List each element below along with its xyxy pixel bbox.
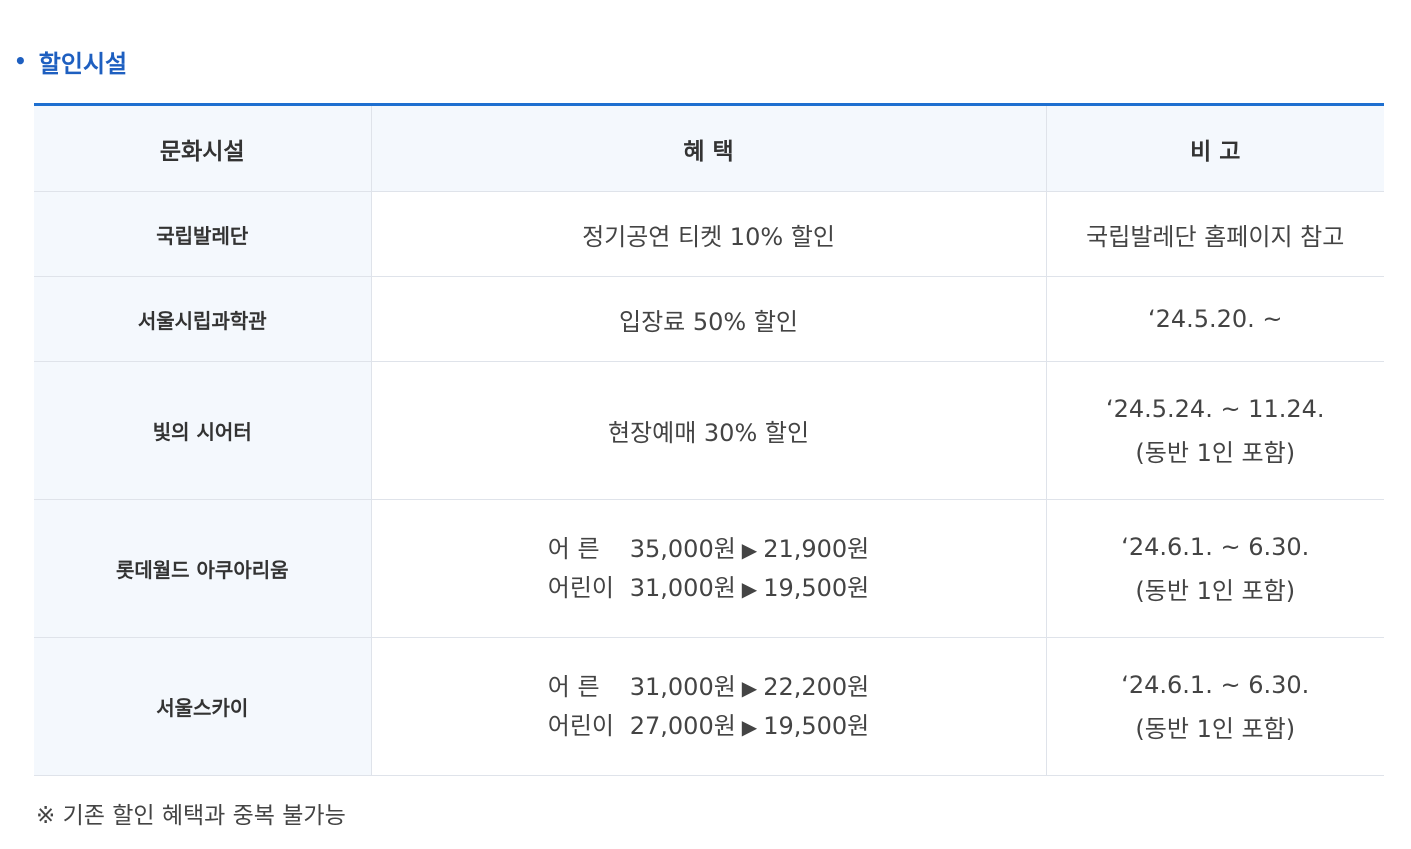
price-who: 어 른 <box>547 672 600 701</box>
price-line-adult: 어 른 35,000원 ▶ 21,900원 <box>372 530 1046 569</box>
remark-cell: ‘24.5.24. ~ 11.24. (동반 1인 포함) <box>1045 361 1384 500</box>
section-heading: • 할인시설 <box>14 44 127 78</box>
benefit-cell: 정기공연 티켓 10% 할인 <box>370 191 1046 277</box>
table-row: 롯데월드 아쿠아리움 어 른 35,000원 ▶ 21,900원 어린이 31,000원… <box>34 499 1384 638</box>
section-title: 할인시설 <box>38 49 128 78</box>
discount-facility-table: 문화시설 혜 택 비 고 국립발레단 정기공연 티켓 10% 할인 국립발레단 … <box>34 103 1384 776</box>
arrow-right-icon: ▶ <box>741 675 758 700</box>
price-who: 어린이 <box>547 711 614 740</box>
remark-companion: (동반 1인 포함) <box>1135 438 1296 467</box>
remark-cell: 국립발레단 홈페이지 참고 <box>1045 191 1384 277</box>
price-to: 21,900원 <box>763 534 870 563</box>
arrow-right-icon: ▶ <box>741 537 758 562</box>
facility-name: 서울시립과학관 <box>34 276 371 362</box>
benefit-cell: 입장료 50% 할인 <box>370 276 1046 362</box>
price-line-child: 어린이 27,000원 ▶ 19,500원 <box>372 707 1046 746</box>
header-remark: 비 고 <box>1045 104 1384 192</box>
price-line-child: 어린이 31,000원 ▶ 19,500원 <box>372 569 1046 608</box>
remark-cell: ‘24.6.1. ~ 6.30. (동반 1인 포함) <box>1045 637 1384 776</box>
header-facility: 문화시설 <box>34 104 371 192</box>
benefit-cell: 어 른 31,000원 ▶ 22,200원 어린이 27,000원 ▶ 19,500원 <box>370 637 1046 776</box>
table-header-row: 문화시설 혜 택 비 고 <box>34 104 1384 192</box>
remark-companion: (동반 1인 포함) <box>1135 576 1296 605</box>
price-who: 어 른 <box>547 534 600 563</box>
table-row: 국립발레단 정기공연 티켓 10% 할인 국립발레단 홈페이지 참고 <box>34 191 1384 277</box>
price-who: 어린이 <box>547 573 614 602</box>
price-line-adult: 어 른 31,000원 ▶ 22,200원 <box>372 668 1046 707</box>
table-row: 서울시립과학관 입장료 50% 할인 ‘24.5.20. ~ <box>34 276 1384 362</box>
price-from: 31,000원 <box>629 573 736 602</box>
bullet-icon: • <box>14 49 27 73</box>
arrow-right-icon: ▶ <box>741 576 758 601</box>
header-benefit: 혜 택 <box>370 104 1046 192</box>
facility-name: 서울스카이 <box>34 637 371 776</box>
table-row: 빛의 시어터 현장예매 30% 할인 ‘24.5.24. ~ 11.24. (동… <box>34 361 1384 500</box>
remark-period: ‘24.6.1. ~ 6.30. <box>1121 670 1310 699</box>
price-to: 19,500원 <box>763 573 870 602</box>
arrow-right-icon: ▶ <box>741 714 758 739</box>
price-from: 35,000원 <box>629 534 736 563</box>
remark-period: ‘24.6.1. ~ 6.30. <box>1121 532 1310 561</box>
price-from: 31,000원 <box>629 672 736 701</box>
table-row: 서울스카이 어 른 31,000원 ▶ 22,200원 어린이 27,000원 ▶ 19,5… <box>34 637 1384 776</box>
remark-companion: (동반 1인 포함) <box>1135 714 1296 743</box>
facility-name: 롯데월드 아쿠아리움 <box>34 499 371 638</box>
price-to: 19,500원 <box>763 711 870 740</box>
footnote: ※ 기존 할인 혜택과 중복 불가능 <box>36 803 346 829</box>
benefit-cell: 어 른 35,000원 ▶ 21,900원 어린이 31,000원 ▶ 19,500원 <box>370 499 1046 638</box>
facility-name: 빛의 시어터 <box>34 361 371 500</box>
facility-name: 국립발레단 <box>34 191 371 277</box>
remark-cell: ‘24.6.1. ~ 6.30. (동반 1인 포함) <box>1045 499 1384 638</box>
benefit-cell: 현장예매 30% 할인 <box>370 361 1046 500</box>
price-to: 22,200원 <box>763 672 870 701</box>
remark-period: ‘24.5.24. ~ 11.24. <box>1105 394 1325 423</box>
price-from: 27,000원 <box>629 711 736 740</box>
remark-cell: ‘24.5.20. ~ <box>1045 276 1384 362</box>
